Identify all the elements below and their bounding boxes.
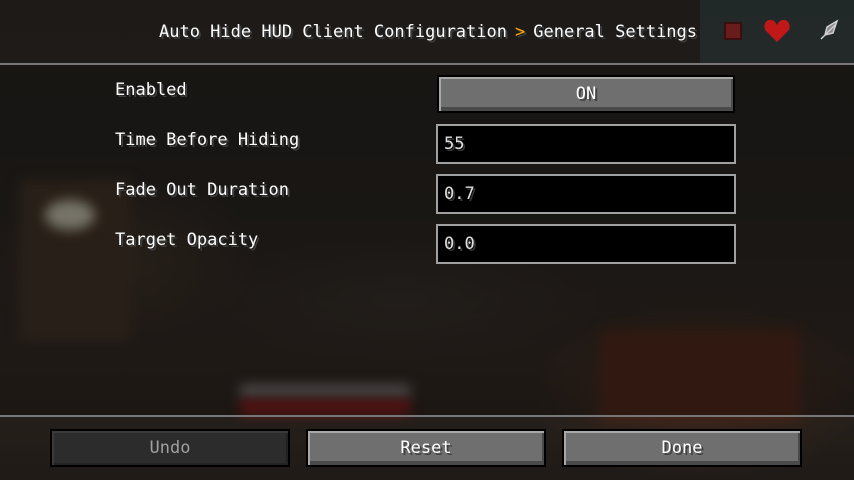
breadcrumb: Auto Hide HUD Client Configuration > Gen… — [159, 20, 697, 44]
heart-icon[interactable] — [762, 16, 792, 46]
setting-label-fade-out-duration: Fade Out Duration — [115, 180, 289, 200]
breadcrumb-current: General Settings — [533, 22, 698, 42]
target-opacity-input[interactable]: 0.0 — [436, 224, 736, 264]
setting-label-target-opacity: Target Opacity — [115, 230, 259, 250]
setting-label-enabled: Enabled — [115, 80, 187, 100]
fade-out-duration-input[interactable]: 0.7 — [436, 174, 736, 214]
header-divider — [0, 63, 854, 65]
setting-label-time-before-hiding: Time Before Hiding — [115, 130, 300, 150]
breadcrumb-separator: > — [515, 22, 526, 42]
time-before-hiding-input[interactable]: 55 — [436, 124, 736, 164]
reset-button[interactable]: Reset — [306, 429, 546, 467]
feather-icon[interactable] — [814, 16, 844, 46]
breadcrumb-root[interactable]: Auto Hide HUD Client Configuration — [159, 22, 507, 42]
undo-button[interactable]: Undo — [50, 429, 290, 467]
done-button[interactable]: Done — [562, 429, 802, 467]
enabled-toggle-button[interactable]: ON — [437, 75, 735, 113]
square-icon[interactable] — [718, 16, 748, 46]
header-icon-group — [700, 0, 854, 63]
